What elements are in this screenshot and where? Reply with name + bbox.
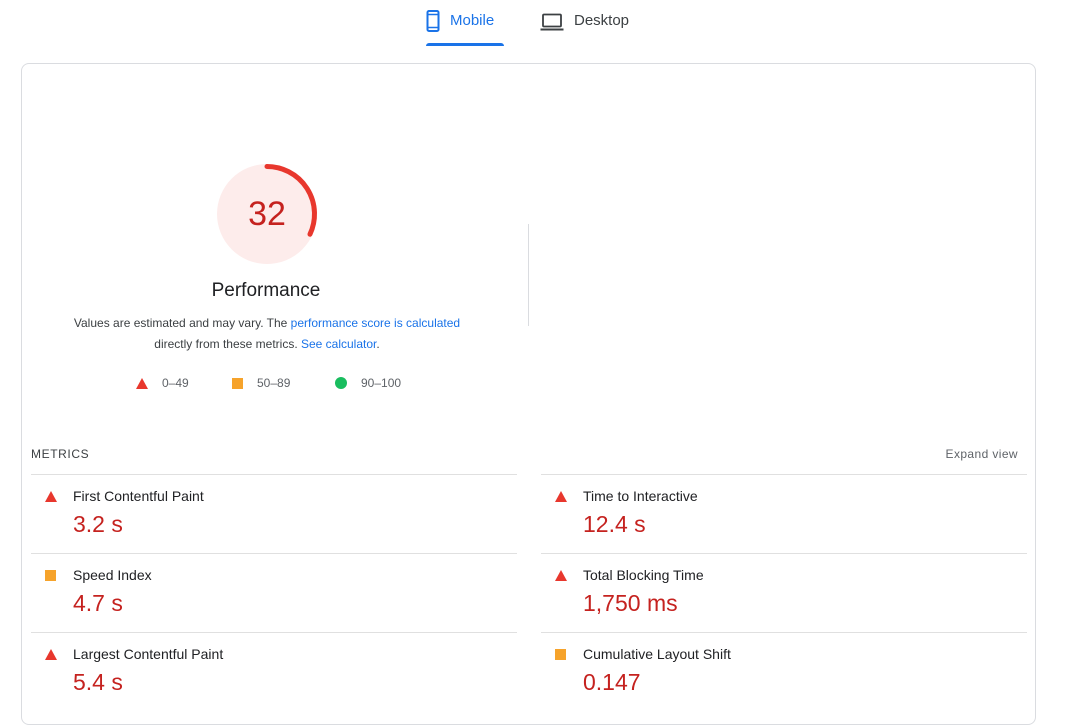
metric-name: Time to Interactive <box>583 488 698 504</box>
orange-square-icon <box>555 649 566 660</box>
metric-value: 4.7 s <box>73 590 123 616</box>
performance-score: 32 <box>248 194 286 233</box>
red-triangle-icon <box>555 491 567 502</box>
performance-score-calculated-link[interactable]: performance score is calculated <box>291 316 460 330</box>
performance-title: Performance <box>211 280 321 301</box>
score-legend: 0–49 50–89 90–100 <box>0 376 540 394</box>
active-tab-indicator <box>426 43 504 46</box>
tab-mobile-label: Mobile <box>450 12 495 29</box>
expand-view-button[interactable]: Expand view <box>946 447 1018 461</box>
tab-desktop-label: Desktop <box>574 12 630 29</box>
metrics-right-column: Time to Interactive 12.4 s Total Blockin… <box>541 474 1027 711</box>
metric-name: First Contentful Paint <box>73 488 204 504</box>
metric-value: 1,750 ms <box>583 590 678 616</box>
legend-range: 0–49 <box>162 376 189 390</box>
vertical-divider <box>528 224 529 326</box>
device-tabs: Mobile Desktop <box>0 0 1080 48</box>
tab-mobile[interactable]: Mobile <box>426 10 504 46</box>
performance-note: Values are estimated and may vary. The p… <box>40 313 494 355</box>
metric-value: 5.4 s <box>73 669 123 695</box>
legend-range: 90–100 <box>361 376 402 390</box>
metric-name: Total Blocking Time <box>583 567 704 583</box>
metric-value: 0.147 <box>583 669 641 695</box>
red-triangle-icon <box>45 491 57 502</box>
red-triangle-icon <box>136 377 148 389</box>
legend-item-pass: 90–100 <box>335 376 401 390</box>
metric-first-contentful-paint: First Contentful Paint 3.2 s <box>31 474 517 553</box>
metric-value: 3.2 s <box>73 511 123 537</box>
red-triangle-icon <box>555 570 567 581</box>
orange-square-icon <box>45 570 56 581</box>
legend-item-fail: 0–49 <box>136 376 189 390</box>
note-text: Values are estimated and may vary. The <box>73 316 291 330</box>
red-triangle-icon <box>45 649 57 660</box>
note-text: . <box>376 337 380 351</box>
legend-range: 50–89 <box>257 376 291 390</box>
tab-desktop[interactable]: Desktop <box>540 10 640 46</box>
metrics-left-column: First Contentful Paint 3.2 s Speed Index… <box>31 474 517 711</box>
metric-cumulative-layout-shift: Cumulative Layout Shift 0.147 <box>541 632 1027 711</box>
see-calculator-link[interactable]: See calculator <box>301 337 376 351</box>
orange-square-icon <box>232 377 243 389</box>
metric-largest-contentful-paint: Largest Contentful Paint 5.4 s <box>31 632 517 711</box>
laptop-icon <box>540 13 564 35</box>
legend-item-average: 50–89 <box>232 376 290 390</box>
metric-total-blocking-time: Total Blocking Time 1,750 ms <box>541 553 1027 632</box>
note-text: directly from these metrics. <box>154 337 301 351</box>
metrics-header: METRICS <box>31 447 90 461</box>
metric-time-to-interactive: Time to Interactive 12.4 s <box>541 474 1027 553</box>
metric-name: Largest Contentful Paint <box>73 646 224 662</box>
metric-speed-index: Speed Index 4.7 s <box>31 553 517 632</box>
mobile-phone-icon <box>426 10 440 36</box>
green-circle-icon <box>335 377 347 389</box>
metric-name: Speed Index <box>73 567 152 583</box>
metric-value: 12.4 s <box>583 511 646 537</box>
metric-name: Cumulative Layout Shift <box>583 646 731 662</box>
